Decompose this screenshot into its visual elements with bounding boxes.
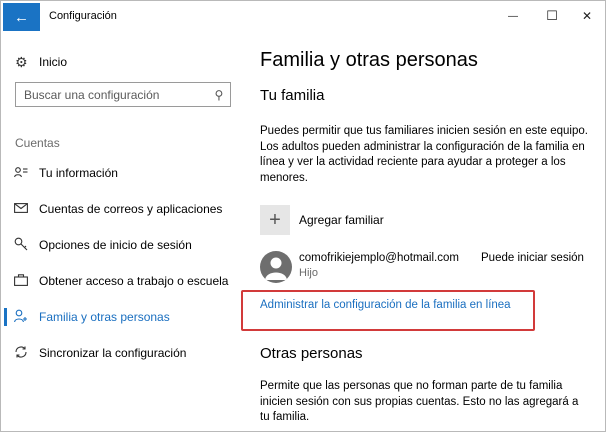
mail-icon xyxy=(13,202,29,216)
title-bar: ← Configuración — ☐ ✕ xyxy=(1,1,605,32)
person-add-icon xyxy=(13,309,29,326)
search-box: ⚲ xyxy=(15,82,231,107)
minimize-icon: — xyxy=(508,10,518,22)
maximize-icon: ☐ xyxy=(546,8,558,23)
family-heading: Tu familia xyxy=(260,87,325,104)
sidebar-item-label: Familia y otras personas xyxy=(39,310,170,324)
member-email: comofrikiejemplo@hotmail.com xyxy=(299,252,459,264)
sidebar-item-sign-in-options[interactable]: Opciones de inicio de sesión xyxy=(1,232,245,258)
family-member-item[interactable]: comofrikiejemplo@hotmail.com Hijo Puede … xyxy=(260,251,600,285)
sidebar-home-label: Inicio xyxy=(39,55,68,69)
avatar xyxy=(260,251,292,283)
member-status: Puede iniciar sesión xyxy=(481,252,584,264)
search-icon[interactable]: ⚲ xyxy=(208,88,230,102)
sidebar: ⚙ Inicio ⚲ Cuentas Tu información Cuenta… xyxy=(1,32,245,431)
gear-icon: ⚙ xyxy=(15,53,28,70)
sidebar-item-label: Sincronizar la configuración xyxy=(39,346,187,360)
back-arrow-icon: ← xyxy=(14,8,29,26)
section-label-accounts: Cuentas xyxy=(15,136,60,150)
sidebar-item-label: Obtener acceso a trabajo o escuela xyxy=(39,274,229,288)
other-people-description: Permite que las personas que no forman p… xyxy=(260,380,579,423)
sidebar-item-family[interactable]: Familia y otras personas xyxy=(1,304,245,330)
family-description: Puedes permitir que tus familiares inici… xyxy=(260,125,588,184)
plus-icon: + xyxy=(260,205,290,235)
sidebar-home[interactable]: ⚙ Inicio xyxy=(15,53,67,71)
manage-family-online-link[interactable]: Administrar la configuración de la famil… xyxy=(260,299,511,311)
person-icon xyxy=(265,257,287,280)
maximize-button[interactable]: ☐ xyxy=(538,6,566,26)
sidebar-item-email-accounts[interactable]: Cuentas de correos y aplicaciones xyxy=(1,196,245,222)
member-role: Hijo xyxy=(299,267,318,279)
sidebar-item-your-info[interactable]: Tu información xyxy=(1,160,245,186)
add-family-member-button[interactable]: + Agregar familiar xyxy=(260,205,384,235)
other-people-heading: Otras personas xyxy=(260,345,363,362)
close-icon: ✕ xyxy=(581,9,593,23)
window-title: Configuración xyxy=(49,10,117,22)
page-title: Familia y otras personas xyxy=(260,49,478,71)
sidebar-item-sync[interactable]: Sincronizar la configuración xyxy=(1,340,245,366)
sidebar-item-work-school[interactable]: Obtener acceso a trabajo o escuela xyxy=(1,268,245,294)
minimize-button[interactable]: — xyxy=(499,6,527,26)
add-family-member-label: Agregar familiar xyxy=(299,213,384,227)
sidebar-item-label: Cuentas de correos y aplicaciones xyxy=(39,202,223,216)
key-icon xyxy=(13,237,29,254)
back-button[interactable]: ← xyxy=(3,3,40,31)
search-input[interactable] xyxy=(16,84,208,105)
sidebar-item-label: Opciones de inicio de sesión xyxy=(39,238,192,252)
settings-window: ← Configuración — ☐ ✕ ⚙ Inicio ⚲ Cuentas… xyxy=(0,0,606,432)
close-button[interactable]: ✕ xyxy=(573,6,601,26)
briefcase-icon xyxy=(13,273,29,289)
person-card-icon xyxy=(13,166,29,181)
sync-icon xyxy=(13,345,29,362)
active-indicator xyxy=(4,308,7,326)
sidebar-item-label: Tu información xyxy=(39,166,118,180)
main-content: Familia y otras personas Tu familia Pued… xyxy=(241,32,605,431)
